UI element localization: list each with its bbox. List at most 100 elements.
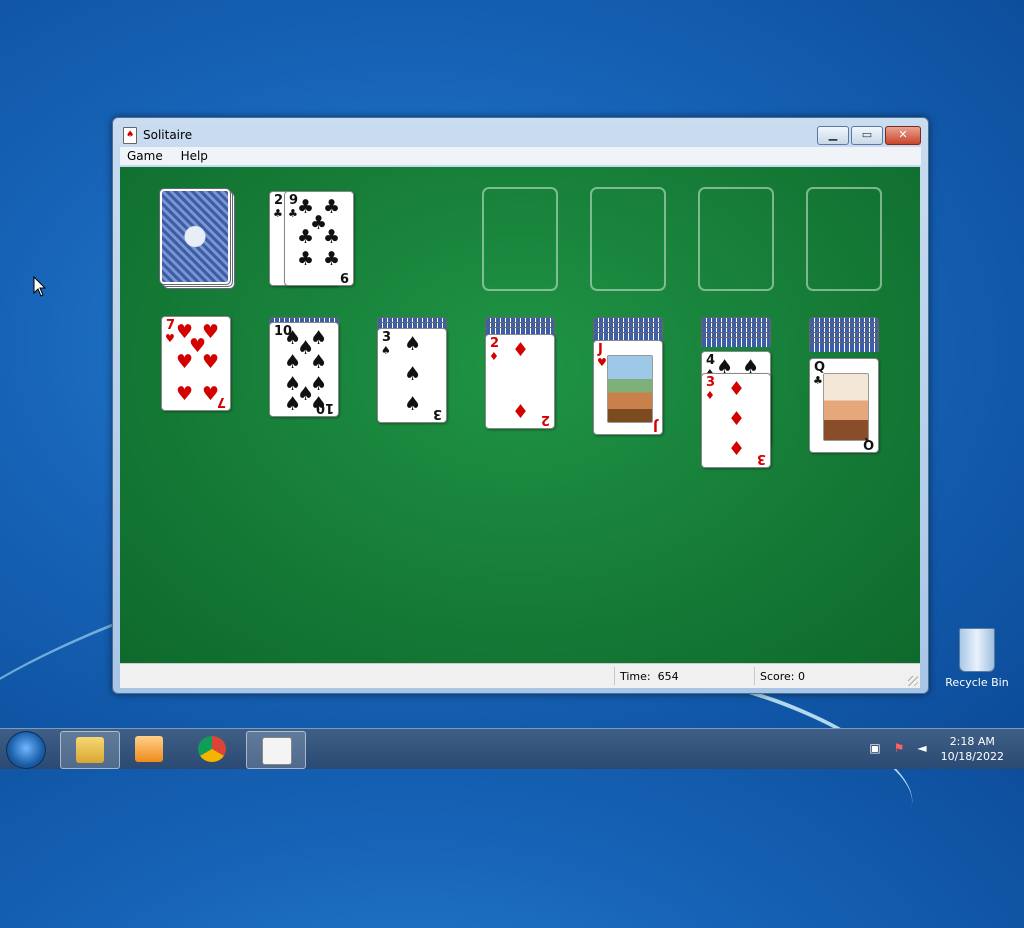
card-suit: ♥ bbox=[597, 356, 607, 369]
window-title: Solitaire bbox=[143, 128, 193, 142]
time-label: Time: bbox=[620, 670, 651, 683]
solitaire-icon bbox=[262, 737, 292, 765]
face-down-card bbox=[701, 337, 771, 347]
card-pip: ♣ bbox=[323, 226, 341, 248]
card-rank: 3 bbox=[706, 375, 716, 390]
recycle-bin[interactable]: Recycle Bin bbox=[942, 628, 1012, 689]
tableau-6-top-card[interactable]: 3 ♦ ♦ ♦ ♦ 3 bbox=[701, 373, 771, 468]
system-clock[interactable]: 2:18 AM 10/18/2022 bbox=[941, 734, 1004, 764]
close-icon: ✕ bbox=[898, 128, 908, 141]
card-pip: ♦ bbox=[728, 438, 746, 460]
card-rank: J bbox=[653, 418, 658, 433]
card-suit: ♣ bbox=[813, 374, 823, 387]
card-pip: ♥ bbox=[202, 351, 220, 373]
title-bar[interactable]: ♠ Solitaire ▁ ▭ ✕ bbox=[113, 118, 928, 148]
clock-date: 10/18/2022 bbox=[940, 750, 1004, 763]
card-rank: 10 bbox=[315, 400, 334, 415]
card-pip: ♠ bbox=[404, 363, 422, 385]
card-rank: Q bbox=[862, 436, 874, 451]
minimize-icon: ▁ bbox=[828, 128, 838, 141]
status-divider bbox=[614, 667, 615, 685]
taskbar: ▣ ⚑ ◄ 2:18 AM 10/18/2022 bbox=[0, 728, 1024, 769]
tableau-5-top-card[interactable]: J ♥ J bbox=[593, 340, 663, 435]
resize-grip[interactable] bbox=[908, 676, 918, 686]
card-rank: 2 bbox=[490, 336, 500, 351]
foundation-slot-4[interactable] bbox=[806, 187, 882, 291]
card-rank: 3 bbox=[432, 406, 442, 421]
card-pip: ♥ bbox=[176, 383, 194, 405]
media-player-icon bbox=[135, 736, 163, 762]
card-rank: 2 bbox=[540, 412, 550, 427]
card-rank: 3 bbox=[756, 451, 766, 466]
card-pip: ♣ bbox=[297, 226, 315, 248]
score-label: Score: bbox=[760, 670, 795, 683]
recycle-bin-icon bbox=[959, 628, 995, 672]
card-suit: ♣ bbox=[273, 207, 283, 220]
status-divider bbox=[754, 667, 755, 685]
maximize-button[interactable]: ▭ bbox=[851, 126, 883, 145]
game-board[interactable]: 2 ♣ 9 ♣ ♣ ♣ ♣ ♣ ♣ ♣ ♣ 9 7 ♥ ♥ ♥ ♥ ♥ ♥ ♥ … bbox=[120, 167, 920, 663]
score-value: 0 bbox=[798, 670, 806, 683]
score-display: Score: 0 bbox=[760, 670, 805, 683]
minimize-button[interactable]: ▁ bbox=[817, 126, 849, 145]
tableau-1-top-card[interactable]: 7 ♥ ♥ ♥ ♥ ♥ ♥ ♥ ♥ 7 bbox=[161, 316, 231, 411]
card-pip: ♣ bbox=[297, 248, 315, 270]
taskbar-chrome[interactable] bbox=[183, 731, 241, 767]
card-suit: ♠ bbox=[381, 344, 391, 357]
card-rank: 7 bbox=[216, 394, 226, 409]
card-rank: 9 bbox=[339, 269, 349, 284]
solitaire-window: ♠ Solitaire ▁ ▭ ✕ Game Help 2 ♣ 9 ♣ ♣ ♣ … bbox=[112, 117, 929, 694]
menu-bar: Game Help bbox=[120, 147, 921, 165]
action-center-flag-icon[interactable]: ⚑ bbox=[892, 741, 906, 755]
tableau-7-top-card[interactable]: Q ♣ Q bbox=[809, 358, 879, 453]
tableau-3-top-card[interactable]: 3 ♠ ♠ ♠ ♠ 3 bbox=[377, 328, 447, 423]
network-icon[interactable]: ▣ bbox=[868, 741, 882, 755]
maximize-icon: ▭ bbox=[861, 128, 873, 141]
menu-help[interactable]: Help bbox=[174, 147, 215, 165]
card-pip: ♥ bbox=[176, 351, 194, 373]
card-pip: ♦ bbox=[728, 378, 746, 400]
time-value: 654 bbox=[657, 670, 679, 683]
card-pip: ♦ bbox=[512, 339, 530, 361]
card-pip: ♠ bbox=[310, 351, 328, 373]
volume-icon[interactable]: ◄ bbox=[915, 741, 929, 755]
card-suit: ♥ bbox=[165, 332, 175, 345]
taskbar-solitaire[interactable] bbox=[246, 731, 306, 769]
foundation-slot-1[interactable] bbox=[482, 187, 558, 291]
mouse-cursor bbox=[33, 276, 47, 297]
foundation-slot-3[interactable] bbox=[698, 187, 774, 291]
queen-face-illustration bbox=[823, 373, 869, 441]
card-pip: ♠ bbox=[284, 393, 302, 415]
waste-top-card[interactable]: 9 ♣ ♣ ♣ ♣ ♣ ♣ ♣ ♣ 9 bbox=[284, 191, 354, 286]
tableau-2-top-card[interactable]: 10 ♠ ♠ ♠ ♠ ♠ ♠ ♠ ♠ ♠ ♠ 10 bbox=[269, 322, 339, 417]
card-pip: ♦ bbox=[512, 401, 530, 423]
time-display: Time: 654 bbox=[620, 670, 679, 683]
jack-face-illustration bbox=[607, 355, 653, 423]
taskbar-explorer[interactable] bbox=[60, 731, 120, 769]
card-rank: J bbox=[598, 342, 603, 357]
card-rank: 4 bbox=[706, 353, 716, 368]
close-button[interactable]: ✕ bbox=[885, 126, 921, 145]
card-pip: ♣ bbox=[323, 248, 341, 270]
card-rank: 7 bbox=[166, 318, 176, 333]
card-rank: 2 bbox=[274, 193, 284, 208]
card-suit: ♦ bbox=[705, 389, 715, 402]
solitaire-app-icon: ♠ bbox=[123, 127, 137, 144]
clock-time: 2:18 AM bbox=[949, 735, 995, 748]
card-pip: ♠ bbox=[404, 333, 422, 355]
card-rank: 3 bbox=[382, 330, 392, 345]
card-pip: ♠ bbox=[284, 351, 302, 373]
stock-pile[interactable] bbox=[159, 188, 231, 285]
face-down-card bbox=[809, 342, 879, 352]
folder-icon bbox=[76, 737, 104, 763]
menu-game[interactable]: Game bbox=[120, 147, 170, 165]
card-pip: ♦ bbox=[728, 408, 746, 430]
foundation-slot-2[interactable] bbox=[590, 187, 666, 291]
status-bar: Time: 654 Score: 0 bbox=[120, 663, 920, 688]
start-button[interactable] bbox=[6, 731, 46, 769]
card-pip: ♠ bbox=[404, 393, 422, 415]
chrome-icon bbox=[198, 736, 226, 762]
tableau-4-top-card[interactable]: 2 ♦ ♦ ♦ 2 bbox=[485, 334, 555, 429]
taskbar-media-player[interactable] bbox=[120, 731, 178, 767]
recycle-bin-label: Recycle Bin bbox=[945, 676, 1009, 689]
